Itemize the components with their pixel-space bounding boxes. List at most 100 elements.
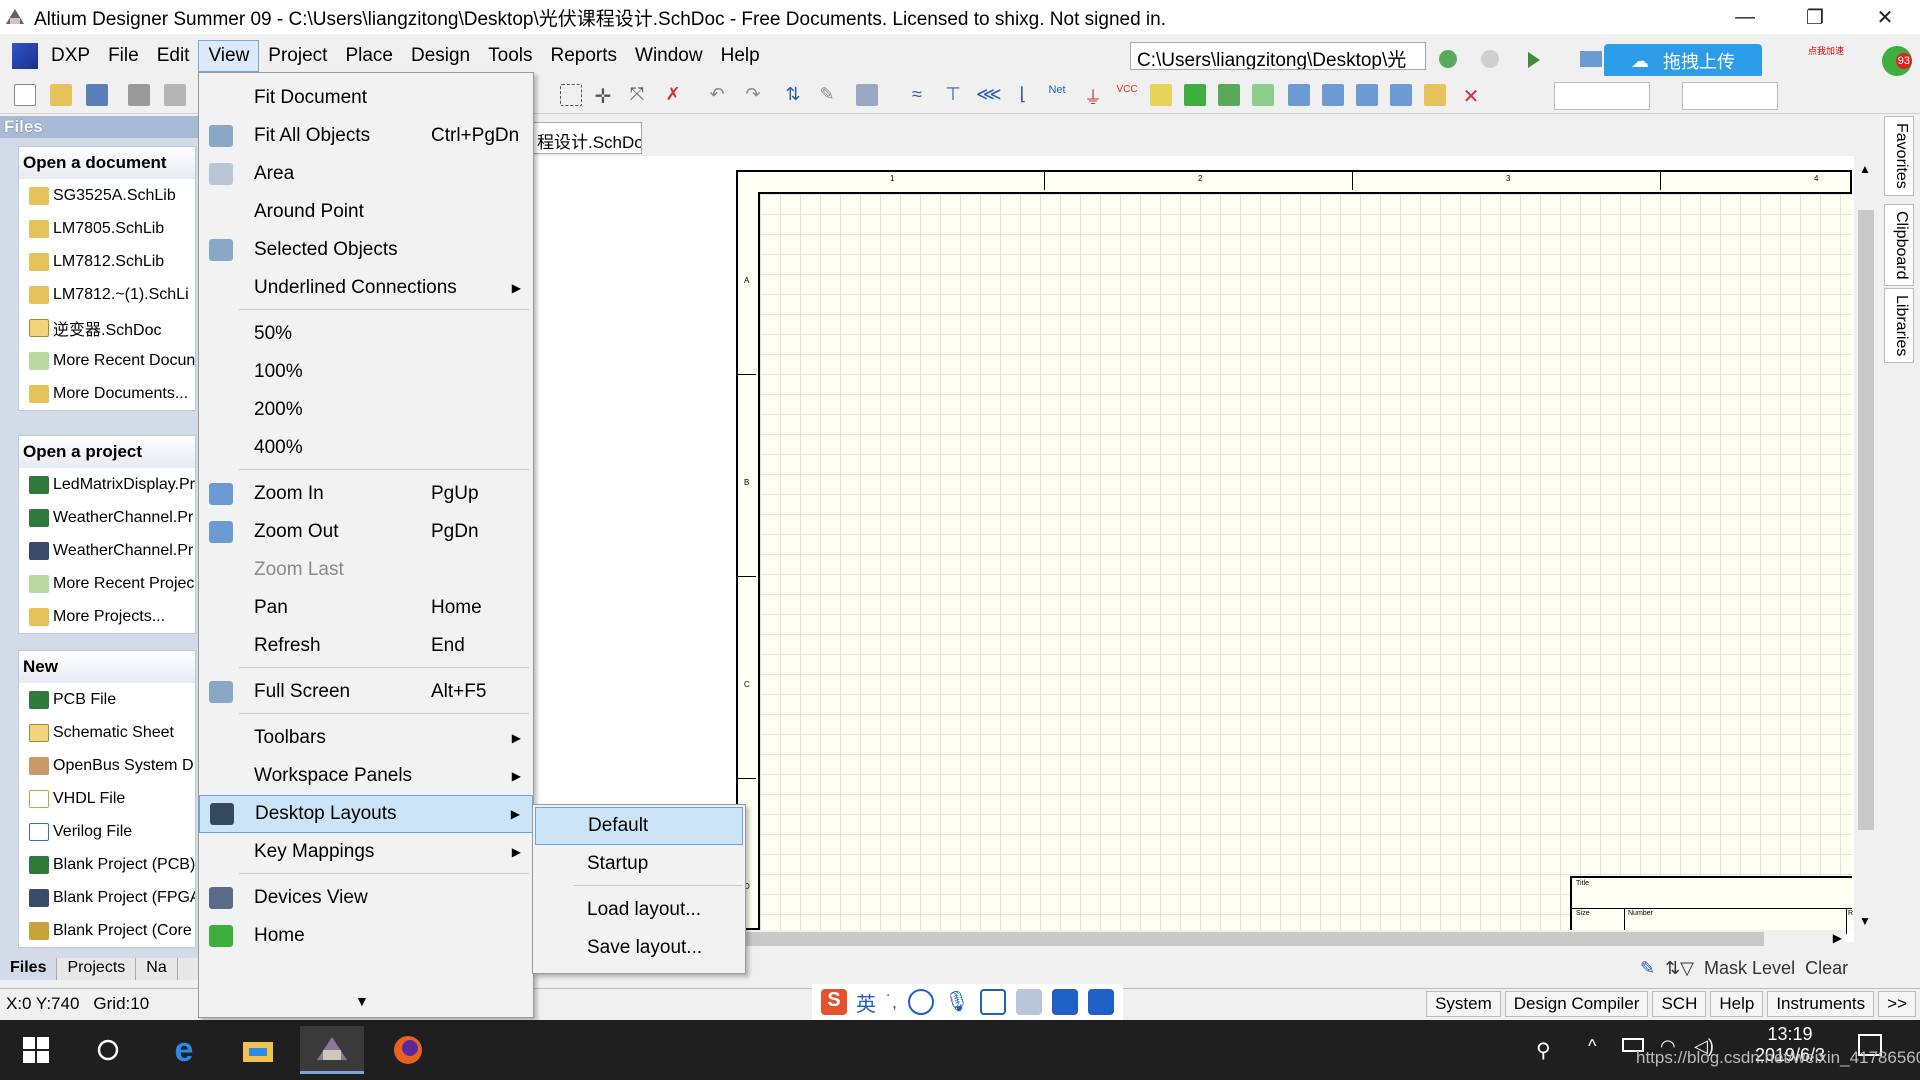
recent-document-item[interactable]: SG3525A.SchLib: [19, 179, 195, 212]
print-preview-icon[interactable]: [164, 84, 186, 106]
filter-icon[interactable]: ⇅▽: [1665, 958, 1694, 979]
close-button[interactable]: ✕: [1850, 0, 1920, 34]
view-menu-item-toolbars[interactable]: Toolbars ▶: [199, 719, 533, 757]
horizontal-scroll-thumb[interactable]: [744, 932, 1764, 946]
vertical-scrollbar[interactable]: ▲ ▼: [1856, 160, 1876, 930]
tab-projects[interactable]: Projects: [57, 958, 137, 980]
more-documents-link[interactable]: More Documents...: [19, 377, 195, 410]
minimize-button[interactable]: —: [1710, 0, 1780, 34]
windows-start-button[interactable]: [4, 1026, 68, 1074]
new-pcb-file[interactable]: PCB File: [19, 683, 195, 716]
more-panels-button[interactable]: >>: [1878, 991, 1916, 1017]
place-port-icon[interactable]: [1356, 84, 1378, 106]
new-vhdl-file[interactable]: VHDL File: [19, 782, 195, 815]
view-menu-item-underlined-connections[interactable]: Underlined Connections ▶: [199, 269, 533, 307]
view-menu-item-100[interactable]: 100%: [199, 353, 533, 391]
place-harness-icon[interactable]: [1288, 84, 1310, 106]
recent-document-item[interactable]: LM7812.SchLib: [19, 245, 195, 278]
menu-design[interactable]: Design: [402, 41, 479, 71]
new-blank-project-fpga[interactable]: Blank Project (FPGA: [19, 881, 195, 914]
layout-item-startup[interactable]: Startup: [535, 845, 743, 883]
taskbar-edge[interactable]: e: [152, 1026, 216, 1074]
print-icon[interactable]: [128, 84, 150, 106]
layout-item-default[interactable]: Default: [535, 807, 743, 845]
view-menu-item-selected-objects[interactable]: Selected Objects: [199, 231, 533, 269]
move-selection-icon[interactable]: ⤧: [626, 84, 648, 106]
move-icon[interactable]: ✛: [592, 84, 614, 108]
system-panel-button[interactable]: System: [1426, 991, 1501, 1017]
place-off-sheet-icon[interactable]: [1390, 84, 1412, 106]
gnd-port-icon[interactable]: ⏚: [1082, 84, 1104, 108]
place-bus-icon[interactable]: ⊤: [942, 84, 964, 106]
clear-button[interactable]: Clear: [1805, 958, 1848, 979]
new-verilog-file[interactable]: Verilog File: [19, 815, 195, 848]
taskbar-altium[interactable]: [300, 1026, 364, 1074]
place-net-label-icon[interactable]: Net: [1046, 84, 1068, 106]
scroll-down-icon[interactable]: ▼: [1859, 914, 1871, 928]
recent-project-item[interactable]: WeatherChannel.Pr: [19, 534, 195, 567]
view-menu-item-zoom-out[interactable]: Zoom Out PgDn: [199, 513, 533, 551]
tab-libraries[interactable]: Libraries: [1884, 288, 1914, 364]
place-device-sheet-icon[interactable]: [1252, 84, 1274, 106]
schematic-sheet[interactable]: 1 2 3 4 A B C D: [736, 170, 1852, 930]
menu-tools[interactable]: Tools: [479, 41, 541, 71]
menu-reports[interactable]: Reports: [541, 41, 626, 71]
view-menu-item-area[interactable]: Area: [199, 155, 533, 193]
view-menu-item-zoom-in[interactable]: Zoom In PgUp: [199, 475, 533, 513]
design-compiler-panel-button[interactable]: Design Compiler: [1504, 991, 1649, 1017]
recent-document-item[interactable]: LM7805.SchLib: [19, 212, 195, 245]
new-schematic-sheet[interactable]: Schematic Sheet: [19, 716, 195, 749]
view-menu-item-400[interactable]: 400%: [199, 429, 533, 467]
undo-icon[interactable]: ↶: [706, 84, 728, 106]
keyboard-icon[interactable]: [980, 989, 1006, 1015]
menu-more-arrow-icon[interactable]: ▼: [355, 993, 369, 1009]
save-icon[interactable]: [86, 84, 108, 106]
view-menu-item-devices-view[interactable]: Devices View: [199, 879, 533, 917]
people-icon[interactable]: ⚲: [1536, 1038, 1551, 1063]
skin-icon[interactable]: [1052, 989, 1078, 1015]
menu-project[interactable]: Project: [259, 41, 336, 71]
menu-view[interactable]: View: [198, 40, 260, 72]
horizontal-scrollbar[interactable]: ▶: [744, 930, 1844, 950]
vertical-scroll-thumb[interactable]: [1858, 210, 1874, 830]
view-menu-item-zoom-last[interactable]: Zoom Last: [199, 551, 533, 589]
emoji-icon[interactable]: [908, 989, 934, 1015]
view-menu-item-home[interactable]: Home: [199, 917, 533, 955]
show-hidden-icons[interactable]: ^: [1588, 1036, 1596, 1057]
place-part-icon[interactable]: [1150, 84, 1172, 106]
recent-project-item[interactable]: WeatherChannel.Pr: [19, 501, 195, 534]
redo-icon[interactable]: ↷: [742, 84, 764, 106]
place-bus-entry-icon[interactable]: ⌊: [1012, 84, 1034, 106]
navigation-buttons[interactable]: [1430, 48, 1620, 70]
view-menu-item-full-screen[interactable]: Full Screen Alt+F5: [199, 673, 533, 711]
recent-project-item[interactable]: LedMatrixDisplay.Pr: [19, 468, 195, 501]
deselect-icon[interactable]: ✗: [662, 84, 684, 106]
hierarchy-icon[interactable]: ⇅: [782, 84, 804, 106]
cloud-upload-button[interactable]: ☁ 拖拽上传: [1604, 44, 1762, 78]
notification-badge[interactable]: 93: [1882, 46, 1912, 76]
browse-library-icon[interactable]: [856, 84, 878, 106]
menu-file[interactable]: File: [99, 41, 148, 71]
toolbar-combo-2[interactable]: [1682, 82, 1778, 110]
place-wire-icon[interactable]: ≈: [906, 84, 928, 106]
menu-place[interactable]: Place: [336, 41, 402, 71]
no-erc-icon[interactable]: ✕: [1460, 84, 1482, 108]
vcc-port-icon[interactable]: VCC: [1116, 84, 1138, 106]
view-menu-item-key-mappings[interactable]: Key Mappings ▶: [199, 833, 533, 871]
document-tab[interactable]: 程设计.SchDoc: [532, 122, 642, 154]
view-menu-item-around-point[interactable]: Around Point: [199, 193, 533, 231]
new-openbus-system[interactable]: OpenBus System D: [19, 749, 195, 782]
mask-level-button[interactable]: Mask Level: [1704, 958, 1795, 979]
place-harness-connector-icon[interactable]: [1322, 84, 1344, 106]
view-menu-item-desktop-layouts[interactable]: Desktop Layouts ▶: [199, 795, 533, 833]
sogou-logo-icon[interactable]: S: [821, 989, 847, 1015]
more-recent-documents-link[interactable]: More Recent Docun: [19, 344, 195, 377]
view-menu-item-200[interactable]: 200%: [199, 391, 533, 429]
view-menu-item-pan[interactable]: Pan Home: [199, 589, 533, 627]
scroll-right-icon[interactable]: ▶: [1833, 931, 1842, 945]
new-blank-project-core[interactable]: Blank Project (Core: [19, 914, 195, 947]
help-panel-button[interactable]: Help: [1710, 991, 1764, 1017]
view-menu-item-fit-all-objects[interactable]: Fit All Objects Ctrl+PgDn: [199, 117, 533, 155]
ime-language-toggle[interactable]: 英: [856, 988, 876, 1017]
view-menu-item-refresh[interactable]: Refresh End: [199, 627, 533, 665]
